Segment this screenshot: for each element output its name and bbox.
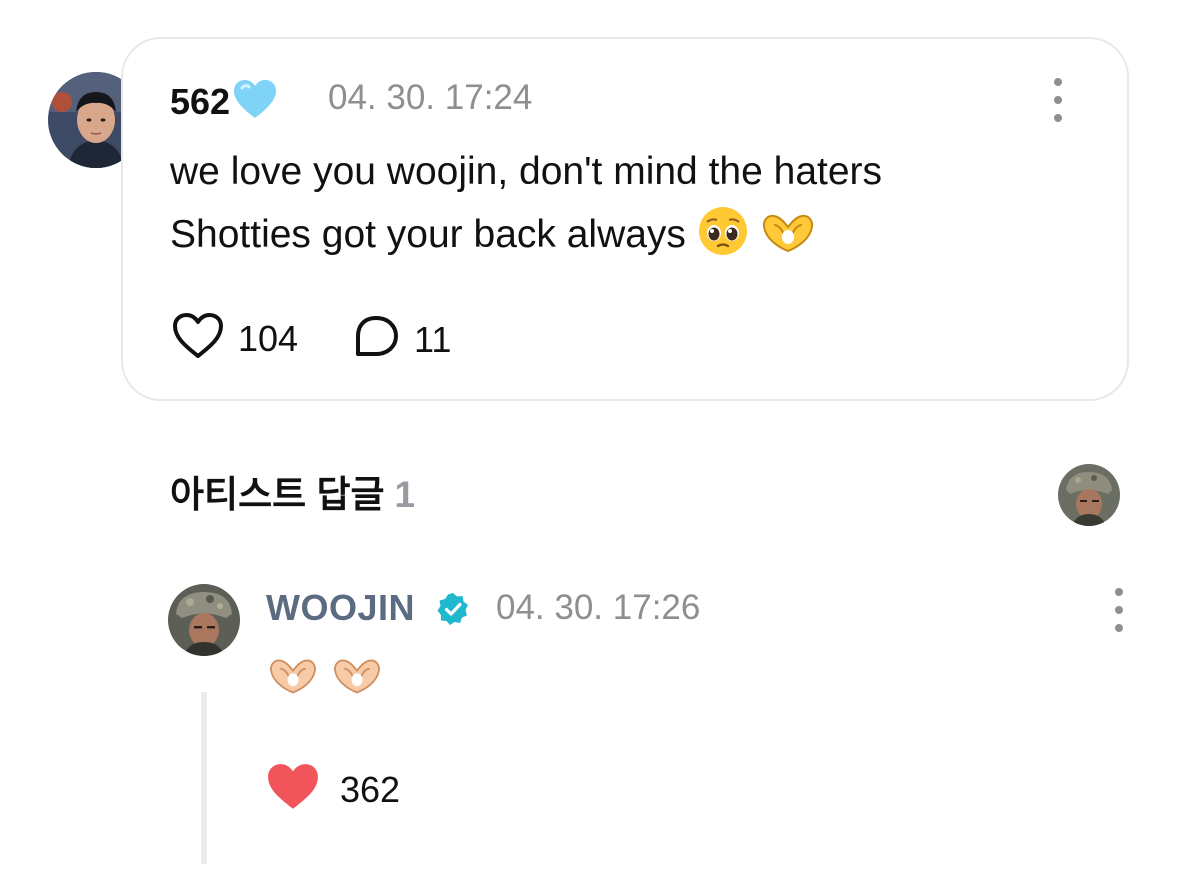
artist-avatar-small[interactable] [1058, 464, 1120, 526]
artist-reply-like-button[interactable]: 362 [266, 762, 400, 817]
artist-replies-count: 1 [394, 474, 416, 515]
comment-like-count: 104 [238, 317, 299, 359]
pleading-face-emoji-icon [697, 205, 749, 276]
comment-body: we love you woojin, don't mind the hater… [170, 140, 1070, 276]
heart-hands-emoji-icon [266, 656, 320, 703]
reply-thread-line [201, 692, 207, 864]
artist-replies-heading: 아티스트 답글 1 [170, 472, 415, 518]
light-blue-heart-icon [232, 78, 278, 128]
artist-avatar[interactable] [168, 584, 240, 656]
comment-reply-count: 11 [414, 318, 452, 360]
verified-badge-icon [436, 592, 470, 626]
comment-author-name[interactable]: 562 [170, 81, 230, 122]
artist-reply-more-options-icon[interactable] [1109, 588, 1129, 632]
heart-hands-emoji-icon [760, 211, 816, 276]
heart-filled-icon [266, 762, 320, 817]
artist-replies-title: 아티스트 답글 [170, 474, 385, 515]
heart-hands-emoji-icon [330, 656, 384, 703]
heart-outline-icon [172, 312, 224, 365]
artist-reply-like-count: 362 [340, 768, 401, 810]
speech-bubble-outline-icon [352, 314, 400, 365]
comment-like-button[interactable]: 104 [172, 312, 298, 365]
comment-text-line-2-wrapper: Shotties got your back always [170, 203, 1070, 276]
comment-thread-view: 562 04. 30. 17:24 we love you woojin, do… [0, 0, 1179, 891]
comment-author[interactable]: 562 [170, 78, 278, 128]
artist-reply-timestamp: 04. 30. 17:26 [496, 588, 701, 627]
comment-timestamp: 04. 30. 17:24 [328, 78, 533, 117]
comment-text-line-1: we love you woojin, don't mind the hater… [170, 150, 883, 193]
comment-text-line-2: Shotties got your back always [170, 213, 686, 256]
artist-reply-body [266, 656, 384, 703]
artist-reply-author[interactable]: WOOJIN [266, 588, 415, 628]
comment-reply-button[interactable]: 11 [352, 314, 451, 365]
comment-more-options-icon[interactable] [1048, 78, 1068, 122]
